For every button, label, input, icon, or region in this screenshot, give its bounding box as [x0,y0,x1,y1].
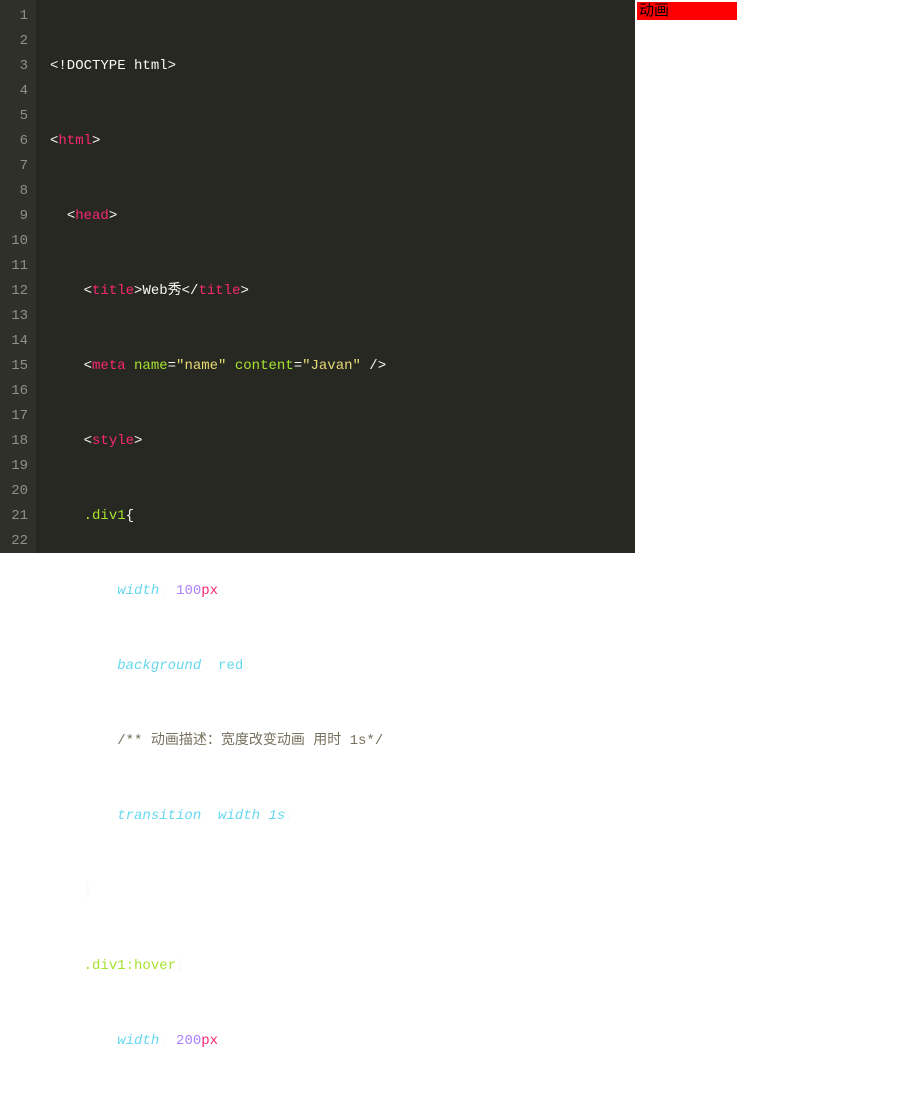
code-line[interactable]: .div1{ [50,504,635,529]
line-number: 6 [4,129,28,154]
demo-div1[interactable]: 动画 [637,2,737,20]
code-line[interactable]: width: 100px; [50,579,635,604]
preview-pane: 动画 [635,0,914,553]
code-line[interactable]: <style> [50,429,635,454]
code-editor[interactable]: 1 2 3 4 5 6 7 8 9 10 11 12 13 14 15 16 1… [0,0,635,553]
line-number: 21 [4,504,28,529]
line-number: 9 [4,204,28,229]
line-number: 22 [4,529,28,554]
line-number: 16 [4,379,28,404]
line-number: 19 [4,454,28,479]
line-number: 20 [4,479,28,504]
code-line[interactable]: <meta name="name" content="Javan" /> [50,354,635,379]
line-number: 1 [4,4,28,29]
code-line[interactable]: width: 200px; [50,1029,635,1054]
line-number: 18 [4,429,28,454]
code-area[interactable]: <!DOCTYPE html> <html> <head> <title>Web… [36,0,635,553]
line-number: 14 [4,329,28,354]
code-line[interactable]: background: red; [50,654,635,679]
line-number: 8 [4,179,28,204]
line-number: 17 [4,404,28,429]
line-number: 5 [4,104,28,129]
code-line[interactable]: } [50,879,635,904]
code-line[interactable]: <!DOCTYPE html> [50,54,635,79]
code-line[interactable]: <head> [50,204,635,229]
line-number: 2 [4,29,28,54]
code-line[interactable]: <html> [50,129,635,154]
line-number: 4 [4,79,28,104]
code-line[interactable]: <title>Web秀</title> [50,279,635,304]
code-line[interactable]: transition: width 1s; [50,804,635,829]
line-number: 15 [4,354,28,379]
line-number: 3 [4,54,28,79]
code-line[interactable]: /** 动画描述：宽度改变动画 用时 1s*/ [50,729,635,754]
line-number: 7 [4,154,28,179]
code-line[interactable]: background: blue; [50,1104,635,1106]
line-number: 10 [4,229,28,254]
line-number: 13 [4,304,28,329]
line-number: 11 [4,254,28,279]
line-number-gutter: 1 2 3 4 5 6 7 8 9 10 11 12 13 14 15 16 1… [0,0,36,553]
code-line[interactable]: .div1:hover{ [50,954,635,979]
line-number: 12 [4,279,28,304]
